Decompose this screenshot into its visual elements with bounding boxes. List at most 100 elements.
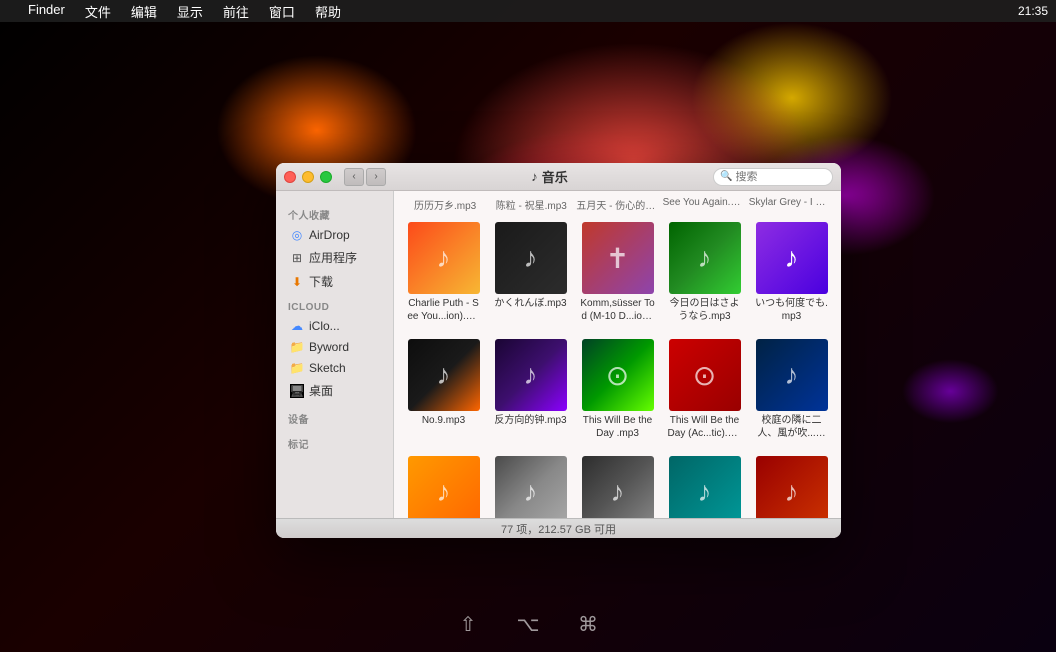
list-item[interactable]: ♪ 反方向的钟.mp3 (491, 335, 570, 444)
folder-icon-byword: 📁 (290, 340, 304, 354)
sidebar-label-icloud: iClo... (309, 319, 340, 333)
sidebar-section-devices: 设备 (276, 403, 393, 428)
col-header-4: Skylar Grey - I Will Return.mp3 (749, 197, 831, 212)
window-title: ♪ 音乐 (392, 167, 707, 186)
menubar-right: 21:35 (1018, 4, 1056, 18)
list-item[interactable]: ♪ いつも何度でも.mp3 (752, 218, 831, 327)
sidebar-label-apps: 应用程序 (309, 249, 357, 266)
title-bar: ‹ › ♪ 音乐 🔍 (276, 163, 841, 191)
dock-icon-shift[interactable]: ⇧ (453, 610, 483, 640)
file-name: This Will Be the Day .mp3 (580, 414, 655, 440)
sidebar-item-download[interactable]: ⬇ 下载 (280, 270, 389, 293)
album-art-image: ♪ (495, 222, 567, 294)
album-art-image: ♪ (495, 456, 567, 518)
sidebar: 个人收藏 ◎ AirDrop ⊞ 应用程序 ⬇ 下载 iCloud ☁ iC (276, 191, 394, 518)
list-item[interactable]: ♪ 校庭の隣に二人、風が吹...かな.mp3 (752, 335, 831, 444)
sidebar-item-sketch[interactable]: 📁 Sketch (280, 358, 389, 378)
list-item[interactable]: ♪ No.9.mp3 (404, 335, 483, 444)
menu-go[interactable]: 前往 (215, 2, 257, 21)
close-button[interactable] (284, 171, 296, 183)
menu-edit[interactable]: 编辑 (123, 2, 165, 21)
column-headers: 历历万乡.mp3 陈粒 - 祝星.mp3 五月天 - 伤心的人别听慢歌.mp3 … (402, 197, 833, 212)
file-name: 校庭の隣に二人、風が吹...かな.mp3 (754, 414, 829, 440)
search-input[interactable] (735, 171, 826, 183)
file-name: This Will Be the Day (Ac...tic).mp3 (667, 414, 742, 440)
list-item[interactable]: ♪ EGOIST - 名前のない怪物.mp3 (752, 452, 831, 518)
title-icon: ♪ (531, 169, 538, 184)
album-art: ♪ (756, 339, 828, 411)
sidebar-item-icloud[interactable]: ☁ iClo... (280, 316, 389, 336)
album-art: ♪ (756, 222, 828, 294)
sidebar-section-icloud: iCloud (276, 294, 393, 315)
menubar: Finder 文件 编辑 显示 前往 窗口 帮助 21:35 (0, 0, 1056, 22)
album-art: ♪ (408, 456, 480, 518)
sidebar-item-apps[interactable]: ⊞ 应用程序 (280, 246, 389, 269)
list-item[interactable]: ♪ 21Guns.mp3 (404, 452, 483, 518)
col-header-3: See You Again.mp3 (663, 197, 745, 212)
album-art: ♪ (408, 339, 480, 411)
album-art: ✝ (582, 222, 654, 294)
forward-button[interactable]: › (366, 168, 386, 186)
album-art: ♪ (669, 222, 741, 294)
album-art: ♪ (495, 339, 567, 411)
cloud-icon: ☁ (290, 319, 304, 333)
list-item[interactable]: ⊙ This Will Be the Day .mp3 (578, 335, 657, 444)
list-item[interactable]: ♪ Charlie Puth - See You...ion).mp3 (404, 218, 483, 327)
menubar-items: Finder 文件 编辑 显示 前往 窗口 帮助 (20, 2, 349, 21)
apps-icon: ⊞ (290, 251, 304, 265)
album-art: ⊙ (669, 339, 741, 411)
list-item[interactable]: ♪ 温柔-Digi.mp3 (578, 452, 657, 518)
list-item[interactable]: ♪ かくれんぼ.mp3 (491, 218, 570, 327)
sidebar-item-airdrop[interactable]: ◎ AirDrop (280, 225, 389, 245)
album-art-image: ♪ (756, 339, 828, 411)
menu-finder[interactable]: Finder (20, 2, 73, 21)
list-item[interactable]: ♪ Love Story.mp3 (491, 452, 570, 518)
list-item[interactable]: ⊙ This Will Be the Day (Ac...tic).mp3 (665, 335, 744, 444)
dock-icon-command[interactable]: ⌘ (573, 610, 603, 640)
download-icon: ⬇ (290, 275, 304, 289)
sidebar-label-byword: Byword (309, 340, 349, 354)
airdrop-icon: ◎ (290, 228, 304, 242)
sidebar-label-sketch: Sketch (309, 361, 346, 375)
album-art: ♪ (669, 456, 741, 518)
sidebar-label-desktop: 桌面 (309, 382, 333, 399)
album-art-image: ♪ (582, 456, 654, 518)
album-art-image: ♪ (669, 456, 741, 518)
file-name: Komm,süsser Tod (M-10 D...ion).mp3 (580, 297, 655, 323)
album-art-image: ♪ (495, 339, 567, 411)
desktop-icon: 🖥 (290, 384, 304, 398)
sidebar-section-tags: 标记 (276, 428, 393, 453)
search-bar[interactable]: 🔍 (713, 168, 833, 186)
sidebar-item-byword[interactable]: 📁 Byword (280, 337, 389, 357)
dock-icon-option[interactable]: ⌥ (513, 610, 543, 640)
album-art: ♪ (495, 456, 567, 518)
nav-buttons: ‹ › (344, 168, 386, 186)
col-header-2: 五月天 - 伤心的人别听慢歌.mp3 (576, 197, 658, 212)
file-name: いつも何度でも.mp3 (754, 297, 829, 323)
album-art: ♪ (582, 456, 654, 518)
menu-file[interactable]: 文件 (77, 2, 119, 21)
file-name: 反方向的钟.mp3 (494, 414, 566, 427)
album-art-image: ♪ (756, 456, 828, 518)
album-art-image: ✝ (582, 222, 654, 294)
maximize-button[interactable] (320, 171, 332, 183)
menu-window[interactable]: 窗口 (261, 2, 303, 21)
sidebar-item-desktop[interactable]: 🖥 桌面 (280, 379, 389, 402)
list-item[interactable]: ✝ Komm,süsser Tod (M-10 D...ion).mp3 (578, 218, 657, 327)
file-name: No.9.mp3 (422, 414, 465, 427)
window-body: 个人收藏 ◎ AirDrop ⊞ 应用程序 ⬇ 下载 iCloud ☁ iC (276, 191, 841, 518)
album-art: ♪ (756, 456, 828, 518)
title-text: 音乐 (542, 167, 568, 186)
menu-view[interactable]: 显示 (169, 2, 211, 21)
list-item[interactable]: ♪ 今日の日はさようなら.mp3 (665, 218, 744, 327)
col-header-1: 陈粒 - 祝星.mp3 (490, 197, 572, 212)
back-button[interactable]: ‹ (344, 168, 364, 186)
album-art-image: ♪ (756, 222, 828, 294)
minimize-button[interactable] (302, 171, 314, 183)
album-art-image: ♪ (408, 456, 480, 518)
file-name: Charlie Puth - See You...ion).mp3 (406, 297, 481, 323)
menu-help[interactable]: 帮助 (307, 2, 349, 21)
list-item[interactable]: ♪ 校庭の隣に二人、風が吹...かな.mp3 (665, 452, 744, 518)
album-art: ♪ (495, 222, 567, 294)
album-art: ⊙ (582, 339, 654, 411)
